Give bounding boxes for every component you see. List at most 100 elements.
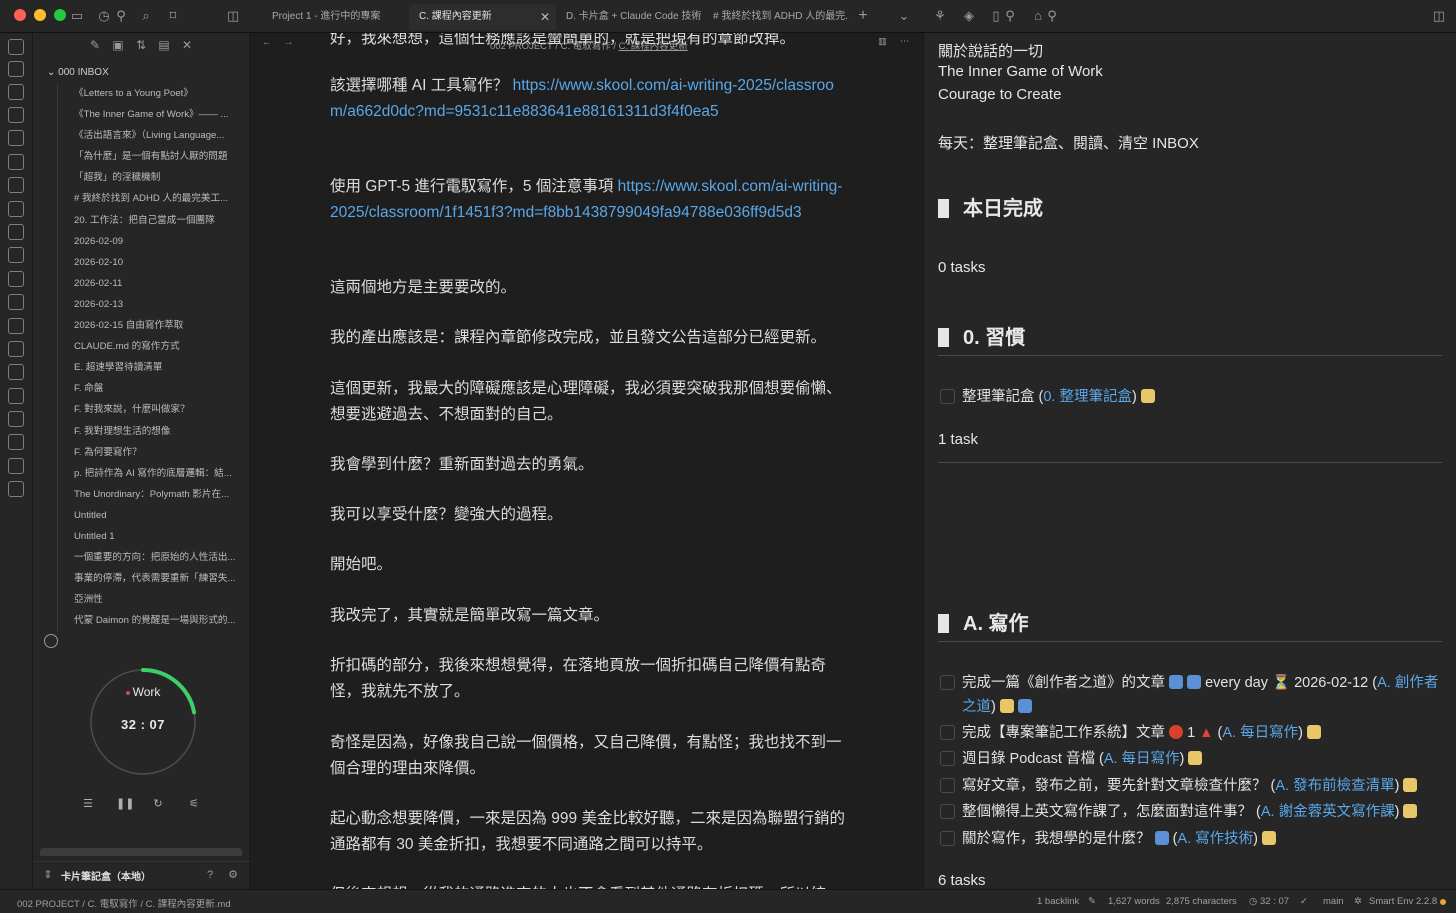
file-item[interactable]: CLAUDE.md 的寫作方式	[58, 336, 243, 357]
zoom-window-button[interactable]	[54, 9, 66, 21]
file-export-icon[interactable]	[8, 271, 24, 287]
pin-icon[interactable]: ⚲	[1001, 7, 1019, 25]
new-note-icon[interactable]: ✎	[87, 37, 103, 53]
edit-note-icon[interactable]	[1188, 751, 1203, 765]
document-icon[interactable]	[8, 84, 24, 100]
calendar-icon[interactable]	[8, 154, 24, 170]
robot-icon[interactable]	[8, 341, 24, 357]
terminal-box-icon[interactable]	[8, 364, 24, 380]
file-item[interactable]: Untitled 1	[58, 526, 243, 547]
file-path[interactable]: 002 PROJECT / C. 電馭寫作 / C. 課程內容更新.md	[17, 896, 231, 910]
timer-icon[interactable]	[8, 458, 24, 474]
scroll-indicator[interactable]	[40, 848, 242, 856]
edit-note-icon[interactable]	[1262, 831, 1277, 845]
close-tab-icon[interactable]: ✕	[540, 4, 550, 30]
file-item[interactable]: 2026-02-11	[58, 273, 243, 294]
close-icon[interactable]: ✕	[179, 37, 195, 53]
file-item[interactable]: F. 命盤	[58, 378, 243, 399]
file-item[interactable]: 《The Inner Game of Work》—— ...	[58, 104, 243, 125]
edit-note-icon[interactable]	[1140, 389, 1155, 403]
file-item[interactable]: 亞洲性	[58, 589, 243, 610]
timer-status[interactable]: 32 : 07	[1260, 896, 1289, 907]
edit-note-icon[interactable]	[1403, 804, 1418, 818]
sort-icon[interactable]: ⇅	[133, 37, 149, 53]
reset-icon[interactable]: ↻	[151, 797, 165, 811]
zoom-icon[interactable]	[8, 411, 24, 427]
pin-icon[interactable]: ⚲	[1043, 7, 1061, 25]
graph-icon[interactable]	[8, 107, 24, 123]
plugin-icon[interactable]: ⚘	[931, 7, 949, 25]
edit-note-icon[interactable]	[999, 699, 1014, 713]
task-link[interactable]: A. 每日寫作	[1104, 751, 1180, 767]
smiley-icon[interactable]	[8, 318, 24, 334]
terminal-icon[interactable]	[8, 201, 24, 217]
pause-icon[interactable]: ❚❚	[116, 797, 134, 811]
puzzle-icon[interactable]	[8, 388, 24, 404]
tab-project-1[interactable]: Project 1 - 進行中的專案	[262, 4, 402, 30]
git-icon[interactable]	[8, 294, 24, 310]
pin-icon[interactable]: ⚲	[112, 7, 130, 25]
check-icon[interactable]: ✓	[1300, 896, 1308, 907]
backlink-count[interactable]: 1 backlink	[1037, 896, 1079, 907]
reading-view-icon[interactable]: ▥	[878, 36, 887, 47]
tab-adhd[interactable]: # 我終於找到 ADHD 人的最完...	[703, 4, 849, 30]
folder-icon[interactable]: ▭	[68, 7, 86, 25]
back-arrow-icon[interactable]: ←	[262, 37, 272, 48]
file-item[interactable]: p. 把詩作為 AI 寫作的底層邏輯：結...	[58, 463, 243, 484]
file-item[interactable]: Untitled	[58, 505, 243, 526]
file-item[interactable]: 2026-02-09	[58, 231, 243, 252]
file-plus-icon[interactable]	[8, 224, 24, 240]
help-icon[interactable]: ?	[203, 868, 217, 882]
task-link[interactable]: A. 每日寫作	[1222, 725, 1298, 741]
file-item[interactable]: 2026-02-13	[58, 294, 243, 315]
settings-sliders-icon[interactable]: ⚟	[187, 797, 201, 811]
task-checkbox[interactable]	[940, 778, 955, 793]
tag-icon[interactable]: ◈	[960, 7, 978, 25]
board-icon[interactable]	[8, 61, 24, 77]
chevron-down-icon[interactable]: ⌄	[895, 7, 913, 25]
vault-switcher[interactable]: ⇕ 卡片筆記盒（本地） ? ⚙	[33, 861, 250, 889]
file-item[interactable]: # 我終於找到 ADHD 人的最完美工...	[58, 188, 243, 209]
task-link[interactable]: A. 發布前檢查清單	[1275, 778, 1394, 794]
file-item[interactable]: 《Letters to a Young Poet》	[58, 83, 243, 104]
task-checkbox[interactable]	[940, 675, 955, 690]
file-item[interactable]: The Unordinary：Polymath 影片在...	[58, 484, 243, 505]
file-item[interactable]: 代蒙 Daimon 的覺醒是一場與形式的...	[58, 610, 243, 631]
file-item[interactable]: E. 超速學習待讀清單	[58, 357, 243, 378]
dice-icon[interactable]	[8, 434, 24, 450]
file-item[interactable]: 2026-02-10	[58, 252, 243, 273]
file-item[interactable]: 一個重要的方向：把原始的人性活出...	[58, 547, 243, 568]
file-item[interactable]: 2026-02-15 自由寫作萃取	[58, 315, 243, 336]
collapse-icon[interactable]: ▤	[156, 37, 172, 53]
search-icon[interactable]: ⌕	[137, 7, 155, 25]
file-code-icon[interactable]	[8, 247, 24, 263]
new-tab-icon[interactable]: +	[854, 7, 872, 25]
task-link[interactable]: A. 寫作技術	[1177, 831, 1253, 847]
task-checkbox[interactable]	[940, 389, 955, 404]
file-item[interactable]: 《活出語言來》（Living Language...	[58, 125, 243, 146]
task-checkbox[interactable]	[940, 804, 955, 819]
task-link[interactable]: 0. 整理筆記盒	[1043, 389, 1132, 405]
file-item[interactable]: F. 對我來說，什麼叫做家？	[58, 399, 243, 420]
folder-inbox[interactable]: ⌄ 000 INBOX	[47, 67, 109, 78]
file-item[interactable]: 20. 工作法：把自己當成一個團隊	[58, 210, 243, 231]
file-item[interactable]: 「超我」的淫穢機制	[58, 167, 243, 188]
smart-env-version[interactable]: Smart Env 2.2.8	[1369, 896, 1437, 907]
trash-icon[interactable]	[8, 39, 24, 55]
task-link[interactable]: A. 謝金蓉英文寫作課	[1261, 804, 1395, 820]
pen-icon[interactable]: ✎	[1088, 896, 1096, 907]
git-branch[interactable]: main	[1323, 896, 1344, 907]
right-sidebar-toggle-icon[interactable]: ◫	[1430, 7, 1448, 25]
grid-icon[interactable]	[8, 130, 24, 146]
more-options-icon[interactable]: ⋯	[900, 36, 910, 47]
sidebar-toggle-icon[interactable]: ◫	[224, 7, 242, 25]
bookmark-icon[interactable]: ⌑	[164, 7, 182, 25]
file-item[interactable]: F. 為何要寫作？	[58, 442, 243, 463]
task-checkbox[interactable]	[940, 831, 955, 846]
task-list-icon[interactable]: ☰	[81, 797, 95, 811]
task-checkbox[interactable]	[940, 725, 955, 740]
tab-card-box[interactable]: D. 卡片盒 + Claude Code 技術	[556, 4, 702, 30]
edit-note-icon[interactable]	[1306, 725, 1321, 739]
minimize-window-button[interactable]	[34, 9, 46, 21]
stopwatch-icon[interactable]	[44, 634, 58, 648]
